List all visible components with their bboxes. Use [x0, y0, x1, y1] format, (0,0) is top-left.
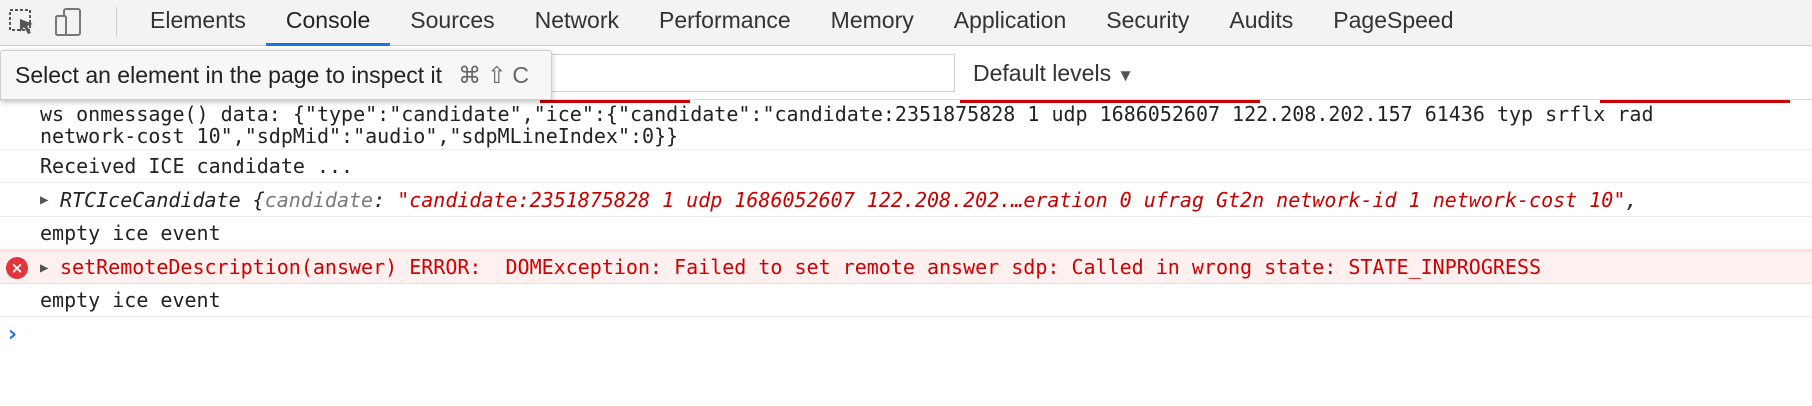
- console-message-text: empty ice event: [40, 221, 221, 245]
- default-levels-label: Default levels: [973, 60, 1112, 86]
- error-message-text: setRemoteDescription(answer) ERROR: DOME…: [60, 255, 1542, 279]
- inspect-tooltip: Select an element in the page to inspect…: [0, 50, 552, 100]
- expand-arrow-icon[interactable]: ▶: [40, 187, 48, 213]
- tab-application[interactable]: Application: [934, 0, 1087, 46]
- devtools-window: Elements Console Sources Network Performance…: [0, 0, 1812, 406]
- console-messages: ws onmessage() data: {"type":"candidate"…: [0, 100, 1812, 406]
- tab-pagespeed[interactable]: PageSpeed: [1313, 0, 1473, 46]
- tooltip-text: Select an element in the page to inspect…: [15, 61, 443, 88]
- object-colon: :: [373, 188, 398, 212]
- object-type-name: RTCIceCandidate: [60, 188, 241, 212]
- console-message-rtc-ice-candidate[interactable]: ▶ RTCIceCandidate {candidate: "candidate…: [0, 183, 1812, 217]
- console-prompt-icon[interactable]: ›: [8, 322, 17, 347]
- chevron-down-icon: ▼: [1117, 66, 1134, 85]
- device-toolbar-icon[interactable]: [52, 6, 84, 38]
- console-message-line: network-cost 10","sdpMid":"audio","sdpML…: [40, 124, 679, 148]
- tab-security[interactable]: Security: [1086, 0, 1209, 46]
- console-message-empty-ice-event: empty ice event: [0, 217, 1812, 250]
- expand-arrow-icon[interactable]: ▶: [40, 255, 48, 281]
- tab-performance[interactable]: Performance: [639, 0, 811, 46]
- tab-console[interactable]: Console: [265, 0, 391, 46]
- object-brace: {: [240, 188, 265, 212]
- tab-elements[interactable]: Elements: [130, 0, 266, 46]
- devtools-tabbar: Elements Console Sources Network Performance…: [0, 0, 1812, 46]
- tab-audits[interactable]: Audits: [1209, 0, 1313, 46]
- object-string-value: "candidate:2351875828 1 udp 1686052607 1…: [397, 188, 1626, 212]
- default-levels-dropdown[interactable]: Default levels ▼: [973, 46, 1134, 100]
- console-message-text: Received ICE candidate ...: [40, 154, 354, 178]
- console-filter-input[interactable]: [540, 54, 955, 92]
- tab-network[interactable]: Network: [515, 0, 639, 46]
- object-key: candidate: [264, 188, 374, 212]
- console-message-error[interactable]: × ▶ setRemoteDescription(answer) ERROR: …: [0, 250, 1812, 284]
- console-message-text: empty ice event: [40, 288, 221, 312]
- object-preview: RTCIceCandidate {candidate: "candidate:2…: [60, 187, 1637, 213]
- console-message-ws-onmessage: ws onmessage() data: {"type":"candidate"…: [0, 102, 1812, 150]
- keyboard-shortcut: ⌘⇧C: [458, 61, 535, 88]
- tab-memory[interactable]: Memory: [811, 0, 934, 46]
- panel-tabs: Elements Console Sources Network Performance…: [130, 0, 1474, 46]
- error-icon: ×: [6, 257, 28, 279]
- inspect-element-icon[interactable]: [6, 6, 38, 38]
- object-trailing-comma: ,: [1625, 188, 1638, 212]
- console-message-empty-ice-event: empty ice event: [0, 284, 1812, 317]
- console-message-received-ice: Received ICE candidate ...: [0, 150, 1812, 183]
- toolbar-separator: [116, 7, 117, 37]
- tab-sources[interactable]: Sources: [390, 0, 514, 46]
